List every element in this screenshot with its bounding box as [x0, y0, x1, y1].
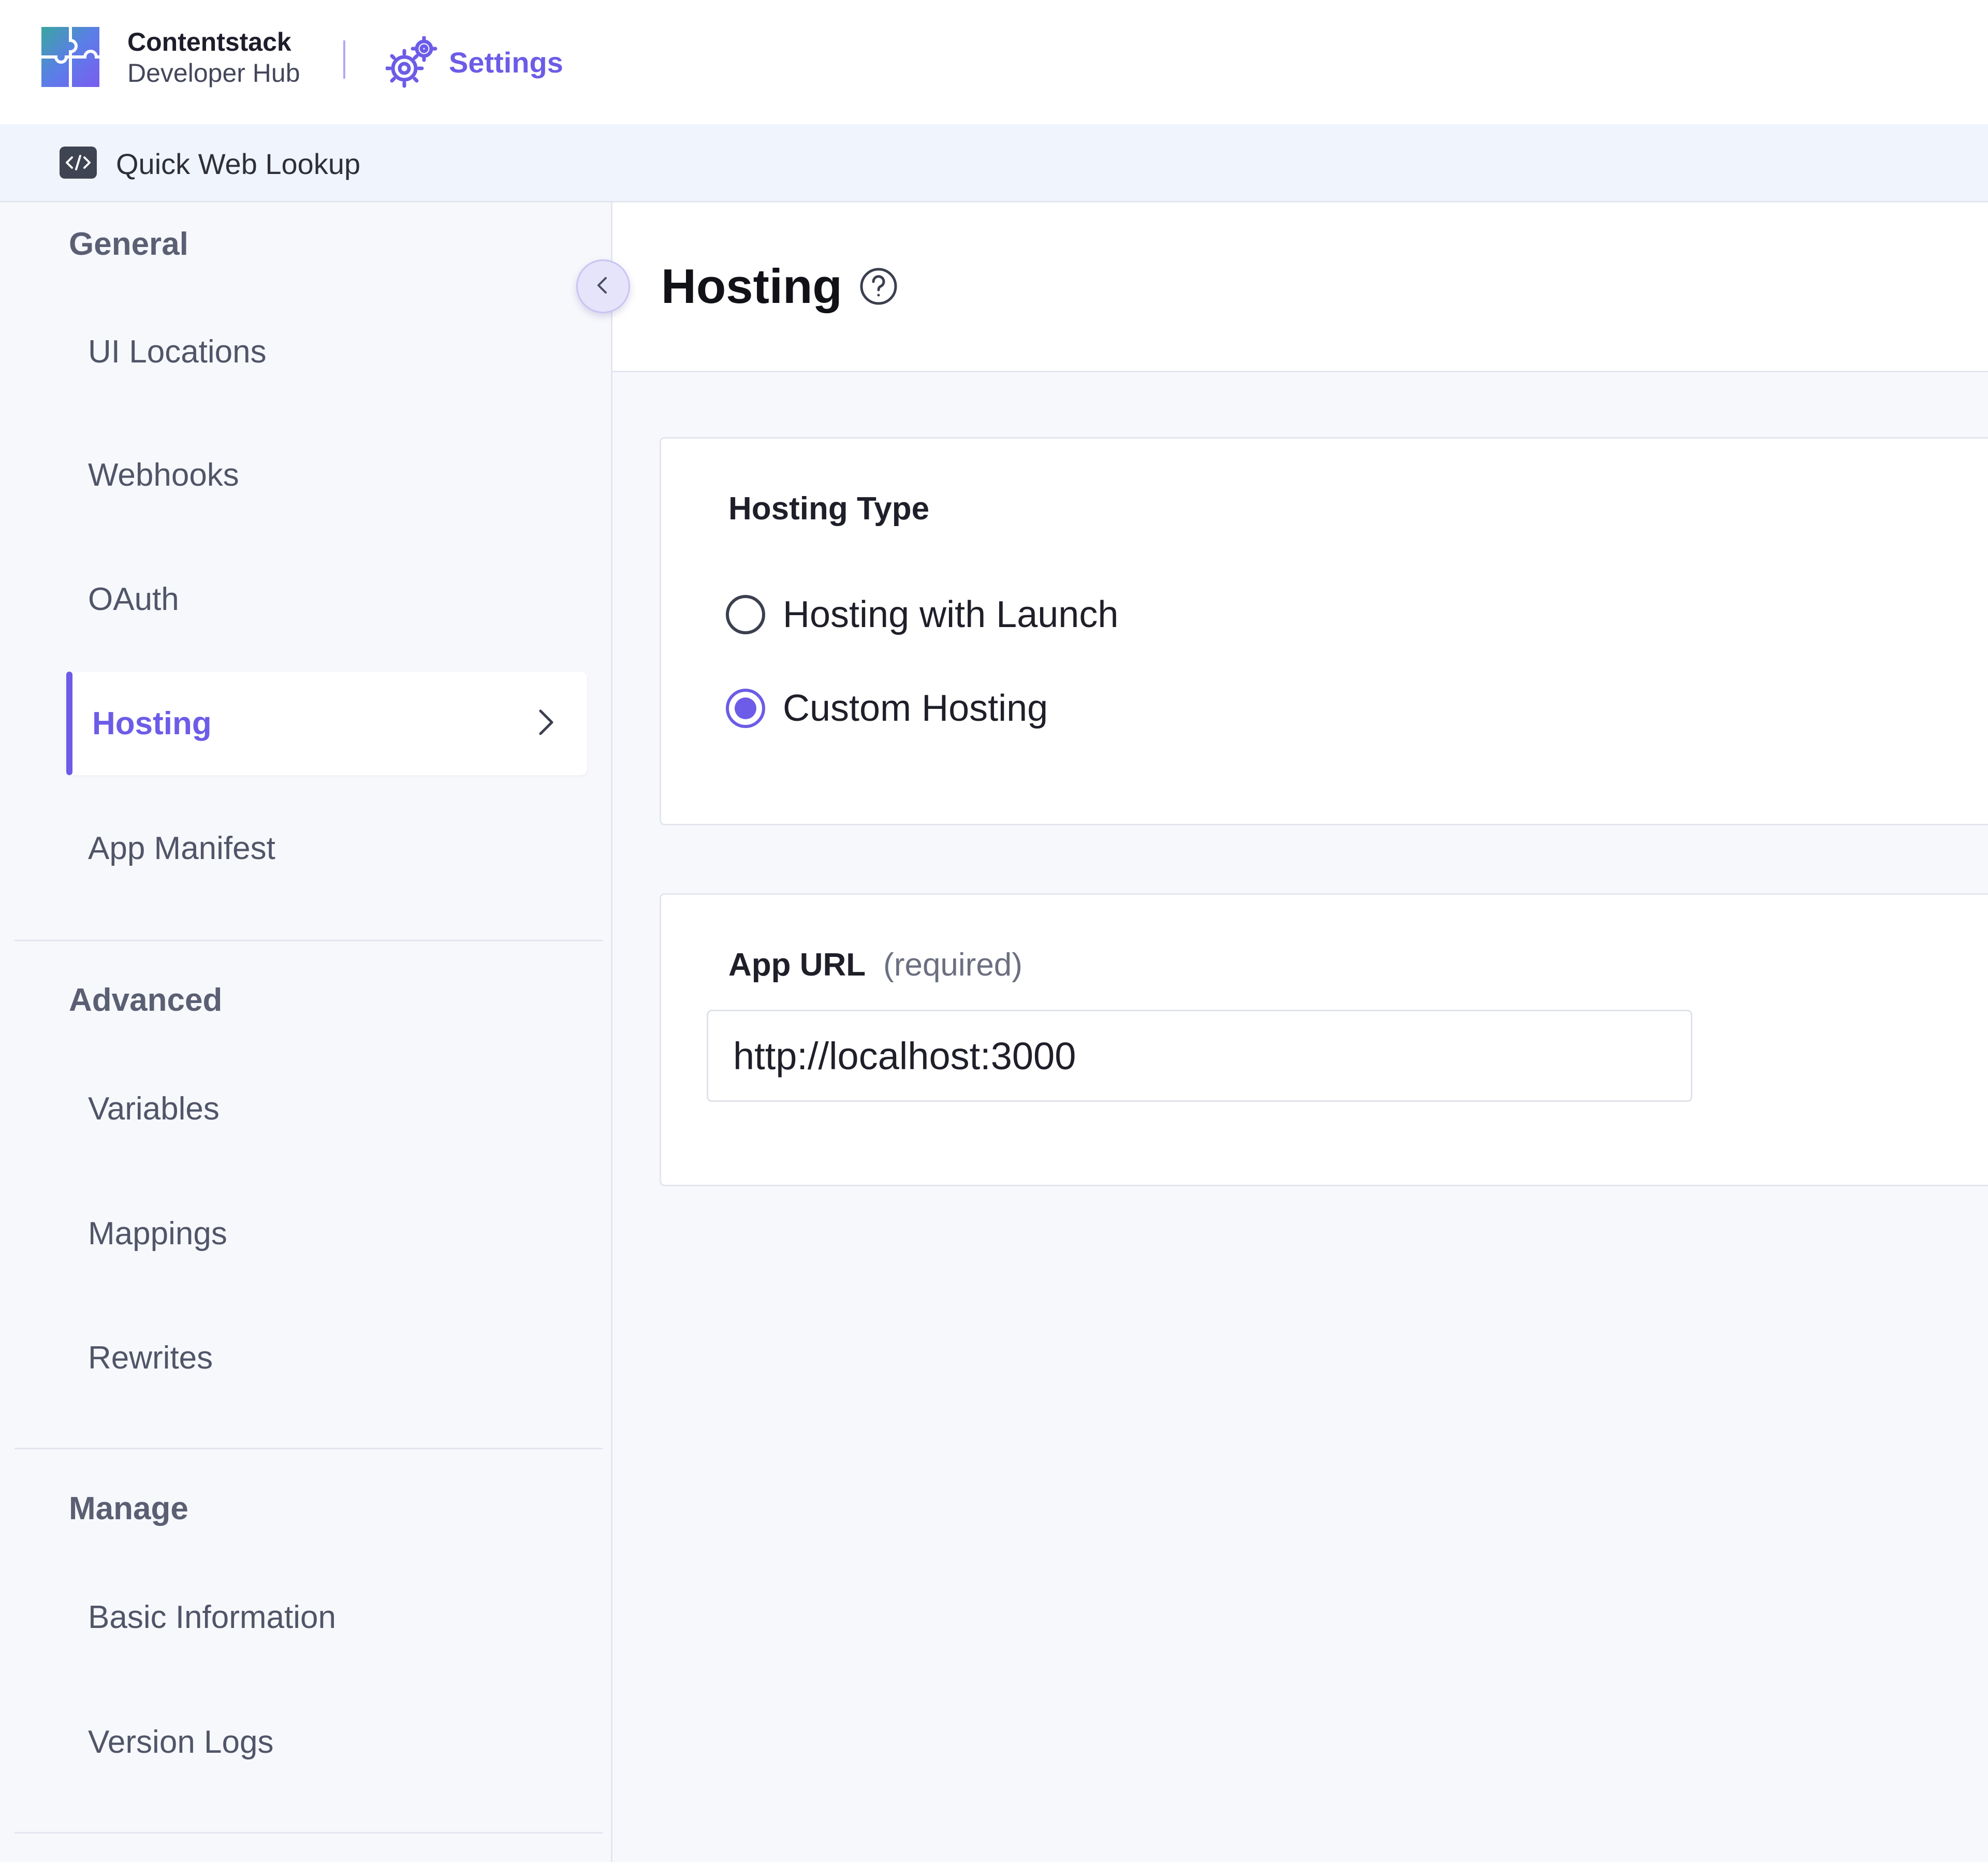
sidebar-item-label: Version Logs [88, 1724, 274, 1760]
sidebar: General UI Locations Webhooks OAuth Host… [0, 202, 612, 1862]
app-name: Quick Web Lookup [116, 148, 361, 180]
section-divider [14, 1448, 603, 1449]
sidebar-item-label: Webhooks [88, 457, 239, 493]
sidebar-item-label: App Manifest [88, 830, 275, 866]
page-header: Hosting [612, 202, 1988, 372]
section-heading-advanced: Advanced [69, 982, 223, 1018]
top-header: Contentstack Developer Hub Settings [0, 0, 1988, 124]
sidebar-item-mappings[interactable]: Mappings [66, 1182, 587, 1285]
code-brackets-icon [60, 147, 97, 179]
header-divider [343, 40, 345, 79]
settings-link[interactable]: Settings [385, 35, 563, 88]
app-url-card: App URL (required) [660, 893, 1988, 1186]
chevron-left-icon [592, 274, 615, 299]
collapse-sidebar-button[interactable] [576, 259, 630, 313]
required-hint: (required) [883, 947, 1022, 983]
section-heading-manage: Manage [69, 1491, 188, 1526]
page-title: Hosting [661, 259, 842, 313]
question-circle-icon[interactable] [858, 266, 899, 307]
settings-label: Settings [449, 46, 563, 79]
sidebar-item-webhooks[interactable]: Webhooks [66, 423, 587, 527]
sidebar-item-oauth[interactable]: OAuth [66, 547, 587, 651]
gears-icon [385, 35, 437, 88]
sidebar-item-basic-information[interactable]: Basic Information [66, 1565, 587, 1669]
contentstack-logo-icon[interactable] [41, 27, 99, 87]
app-url-input[interactable] [707, 1010, 1692, 1102]
sidebar-item-rewrites[interactable]: Rewrites [66, 1306, 587, 1409]
brand-name: Contentstack [127, 27, 291, 56]
brand-subtitle: Developer Hub [127, 59, 300, 88]
sidebar-item-ui-locations[interactable]: UI Locations [66, 300, 587, 403]
app-url-label: App URL (required) [728, 947, 1022, 983]
sidebar-item-label: Rewrites [88, 1340, 213, 1376]
sidebar-item-app-manifest[interactable]: App Manifest [66, 796, 587, 900]
main-content: Hosting Type Hosting with Launch Custom … [612, 372, 1988, 1862]
section-divider [14, 1832, 603, 1834]
section-divider [14, 940, 603, 941]
radio-button-checked[interactable] [726, 689, 765, 728]
radio-custom-hosting[interactable]: Custom Hosting [726, 682, 1048, 734]
sidebar-item-label: Variables [88, 1090, 220, 1127]
app-url-label-text: App URL [728, 947, 866, 983]
sidebar-item-label: OAuth [88, 581, 179, 617]
radio-hosting-with-launch[interactable]: Hosting with Launch [726, 589, 1118, 641]
app-bar: Quick Web Lookup [0, 124, 1988, 202]
radio-label: Custom Hosting [783, 688, 1048, 729]
sidebar-item-hosting[interactable]: Hosting [66, 672, 587, 775]
sidebar-item-label: UI Locations [88, 333, 267, 370]
section-heading-general: General [69, 226, 188, 262]
hosting-type-card: Hosting Type Hosting with Launch Custom … [660, 437, 1988, 825]
sidebar-item-version-logs[interactable]: Version Logs [66, 1690, 587, 1794]
radio-label: Hosting with Launch [783, 594, 1119, 635]
sidebar-item-variables[interactable]: Variables [66, 1057, 587, 1160]
sidebar-item-label: Basic Information [88, 1599, 336, 1635]
sidebar-item-label: Hosting [92, 705, 212, 741]
radio-button[interactable] [726, 595, 765, 634]
hosting-type-title: Hosting Type [728, 491, 930, 527]
radio-dot [735, 697, 756, 719]
chevron-right-icon [528, 706, 561, 739]
sidebar-item-label: Mappings [88, 1215, 227, 1252]
active-indicator [66, 672, 72, 775]
